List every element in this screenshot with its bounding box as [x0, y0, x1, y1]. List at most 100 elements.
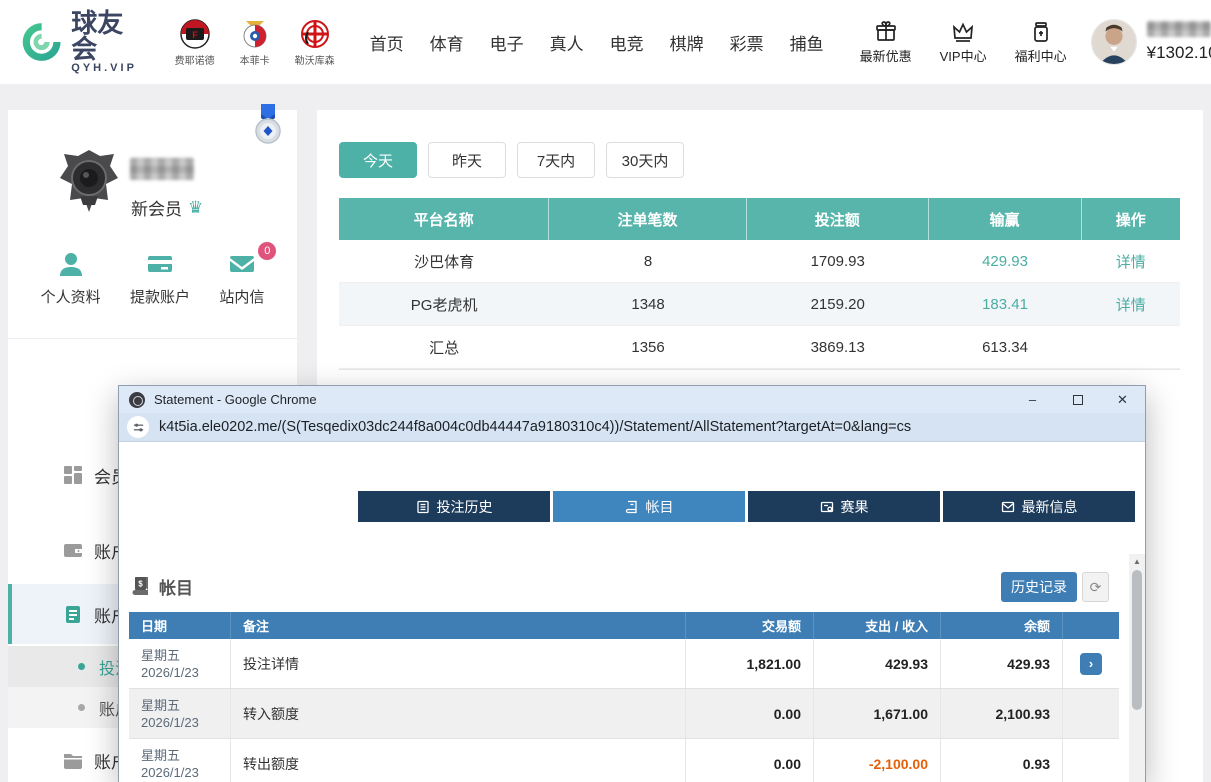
feyenoord-crest-icon: F: [180, 18, 210, 50]
clipboard-icon: [62, 603, 84, 625]
statement-scroll-area: $ 帐目 历史记录 ⟳ 日期 备注 交易额 支出 / 收入 余额: [119, 554, 1131, 782]
maximize-icon: [1073, 395, 1083, 405]
col-note: 备注: [231, 612, 686, 639]
filter-7days-button[interactable]: 7天内: [517, 142, 595, 178]
welfare-center-link[interactable]: 福利中心: [1015, 20, 1067, 65]
masked-username: [1147, 21, 1211, 37]
main-nav: 首页 体育 电子 真人 电竞 棋牌 彩票 捕鱼: [370, 30, 824, 55]
close-button[interactable]: ✕: [1100, 386, 1145, 413]
col-balance: 余额: [941, 612, 1063, 639]
crown-icon: [951, 20, 975, 44]
detail-link[interactable]: 详情: [1082, 283, 1180, 325]
col-inout: 支出 / 收入: [814, 612, 941, 639]
profile-emblem-avatar[interactable]: [56, 148, 122, 220]
tab-results[interactable]: 赛果: [748, 491, 940, 522]
person-icon: [57, 250, 85, 278]
table-row: PG老虎机 1348 2159.20 183.41 详情: [339, 283, 1180, 326]
inbox-link[interactable]: 0 站内信: [219, 250, 264, 307]
vip-center-link[interactable]: VIP中心: [940, 20, 987, 65]
address-bar[interactable]: k4t5ia.ele0202.me/(S(Tesqedix03dc244f8a0…: [119, 413, 1145, 442]
bullet-icon: [78, 704, 85, 711]
statement-tabs: 投注历史 帐目 赛果: [358, 491, 1135, 522]
platform-summary-table: 平台名称 注单笔数 投注额 输赢 操作 沙巴体育 8 1709.93 429.9…: [339, 198, 1180, 370]
col-action: 操作: [1082, 198, 1180, 240]
statement-page: 投注历史 帐目 赛果: [119, 442, 1145, 782]
bet-history-icon: [416, 500, 430, 514]
svg-text:F: F: [192, 30, 198, 40]
col-action: [1063, 612, 1119, 639]
window-title: Statement - Google Chrome: [154, 392, 1010, 407]
nav-fishing[interactable]: 捕鱼: [790, 30, 824, 55]
site-logo-icon: [20, 18, 63, 66]
statement-popup-window: Statement - Google Chrome – ✕ k4t5ia.ele…: [118, 385, 1146, 782]
ledger-icon: [625, 500, 639, 514]
unread-count-badge: 0: [258, 242, 276, 260]
filter-yesterday-button[interactable]: 昨天: [428, 142, 506, 178]
wallet-icon: [62, 539, 84, 561]
user-area[interactable]: ¥1302.10: [1091, 19, 1211, 65]
ledger-book-icon: $: [131, 576, 151, 598]
statement-header-row: 日期 备注 交易额 支出 / 收入 余额: [129, 612, 1119, 639]
popup-scrollbar[interactable]: ▲: [1129, 554, 1145, 782]
site-subtitle: QYH.VIP: [71, 62, 141, 74]
sponsor-logos: F 费耶诺德 本菲卡: [172, 18, 338, 67]
filter-today-button[interactable]: 今天: [339, 142, 417, 178]
date-filter-group: 今天 昨天 7天内 30天内: [339, 142, 684, 178]
sponsor-benfica: 本菲卡: [232, 18, 278, 67]
minimize-button[interactable]: –: [1010, 386, 1055, 413]
page-root: 球友会 QYH.VIP F 费耶诺德: [0, 0, 1211, 782]
sponsor-leverkusen: 勒沃库森: [292, 18, 338, 67]
benfica-crest-icon: [240, 18, 270, 50]
sponsor-feyenoord: F 费耶诺德: [172, 18, 218, 67]
row-detail-arrow-button[interactable]: ›: [1080, 653, 1102, 675]
bank-card-icon: [146, 250, 174, 278]
window-titlebar[interactable]: Statement - Google Chrome – ✕: [119, 386, 1145, 413]
mail-icon: [228, 250, 256, 278]
user-avatar[interactable]: [1091, 19, 1137, 65]
crown-icon: ♛: [188, 198, 203, 218]
promo-link[interactable]: 最新优惠: [860, 20, 912, 65]
tab-statement[interactable]: 帐目: [553, 491, 745, 522]
medal-badge-icon: [251, 104, 285, 150]
scrollbar-thumb[interactable]: [1132, 570, 1142, 710]
mail-icon: [1001, 500, 1015, 514]
refresh-button[interactable]: ⟳: [1082, 572, 1109, 602]
statement-row: 星期五 2026/1/23 投注详情 1,821.00 429.93 429.9…: [129, 639, 1119, 689]
history-button[interactable]: 历史记录: [1001, 572, 1077, 602]
col-bet-count: 注单笔数: [549, 198, 747, 240]
col-date: 日期: [129, 612, 231, 639]
site-logo[interactable]: 球友会 QYH.VIP: [20, 10, 142, 74]
scroll-up-icon[interactable]: ▲: [1129, 554, 1145, 568]
table-row: 沙巴体育 8 1709.93 429.93 详情: [339, 240, 1180, 283]
sidebar-divider: [8, 338, 297, 339]
header-quick-links: 最新优惠 VIP中心 福利中心: [860, 20, 1067, 65]
statement-row: 星期五 2026/1/23 转出额度 0.00 -2,100.00 0.93: [129, 739, 1119, 782]
detail-link[interactable]: 详情: [1082, 240, 1180, 282]
statement-row: 星期五 2026/1/23 转入额度 0.00 1,671.00 2,100.9…: [129, 689, 1119, 739]
tab-bet-history[interactable]: 投注历史: [358, 491, 550, 522]
tab-latest-news[interactable]: 最新信息: [943, 491, 1135, 522]
filter-30days-button[interactable]: 30天内: [606, 142, 684, 178]
folder-icon: [62, 749, 84, 771]
site-title: 球友会: [71, 10, 141, 62]
nav-live[interactable]: 真人: [550, 30, 584, 55]
withdrawal-account-link[interactable]: 提款账户: [130, 250, 190, 307]
nav-home[interactable]: 首页: [370, 30, 404, 55]
nav-esports[interactable]: 电竞: [610, 30, 644, 55]
table-header-row: 平台名称 注单笔数 投注额 输赢 操作: [339, 198, 1180, 240]
col-bet-amount: 投注额: [747, 198, 929, 240]
masked-username: [130, 158, 194, 180]
profile-link[interactable]: 个人资料: [41, 250, 101, 307]
user-balance: ¥1302.10: [1147, 43, 1211, 63]
url-text[interactable]: k4t5ia.ele0202.me/(S(Tesqedix03dc244f8a0…: [159, 419, 911, 435]
nav-sports[interactable]: 体育: [430, 30, 464, 55]
top-header: 球友会 QYH.VIP F 费耶诺德: [0, 0, 1211, 84]
gift-icon: [874, 20, 898, 44]
maximize-button[interactable]: [1055, 386, 1100, 413]
site-settings-icon[interactable]: [127, 416, 149, 438]
nav-chess[interactable]: 棋牌: [670, 30, 704, 55]
nav-slots[interactable]: 电子: [490, 30, 524, 55]
leverkusen-crest-icon: [300, 18, 330, 50]
col-amount: 交易额: [686, 612, 814, 639]
nav-lottery[interactable]: 彩票: [730, 30, 764, 55]
